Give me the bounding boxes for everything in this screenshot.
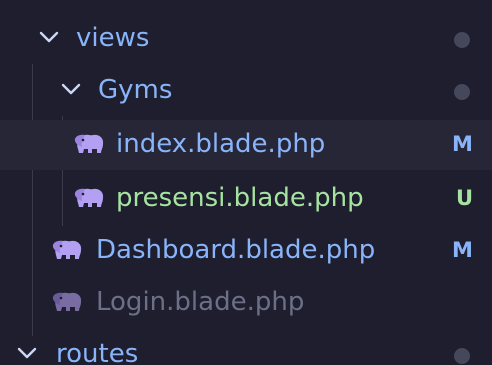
php-elephant-icon (74, 185, 106, 211)
tree-item-presensi-blade-php[interactable]: presensi.blade.php U (0, 174, 492, 224)
tree-item-dashboard-blade-php[interactable]: Dashboard.blade.php M (0, 226, 492, 276)
file-explorer: views Gyms index.blade.php M presensi.bl… (0, 0, 492, 365)
tree-item-gyms-folder[interactable]: Gyms (0, 66, 492, 116)
status-dot (454, 84, 470, 100)
status-dot (454, 348, 470, 364)
file-label: Dashboard.blade.php (96, 235, 376, 265)
file-label: presensi.blade.php (116, 183, 364, 213)
tree-item-routes-folder[interactable]: routes (0, 330, 492, 365)
tree-item-index-blade-php[interactable]: index.blade.php M (0, 120, 492, 170)
folder-label: routes (56, 339, 139, 365)
git-status-badge: M (452, 238, 473, 262)
php-elephant-icon (74, 131, 106, 157)
folder-label: views (76, 23, 150, 53)
tree-item-login-blade-php[interactable]: Login.blade.php (0, 278, 492, 328)
file-label: index.blade.php (116, 129, 326, 159)
git-status-badge: M (452, 132, 473, 156)
tree-item-views-folder[interactable]: views (0, 14, 492, 64)
chevron-down-icon (16, 342, 38, 364)
php-elephant-icon (52, 289, 84, 315)
chevron-down-icon (60, 78, 82, 100)
folder-label: Gyms (98, 75, 173, 105)
git-status-badge: U (456, 186, 474, 210)
file-label: Login.blade.php (96, 287, 305, 317)
chevron-down-icon (38, 26, 60, 48)
php-elephant-icon (52, 237, 84, 263)
status-dot (454, 32, 470, 48)
